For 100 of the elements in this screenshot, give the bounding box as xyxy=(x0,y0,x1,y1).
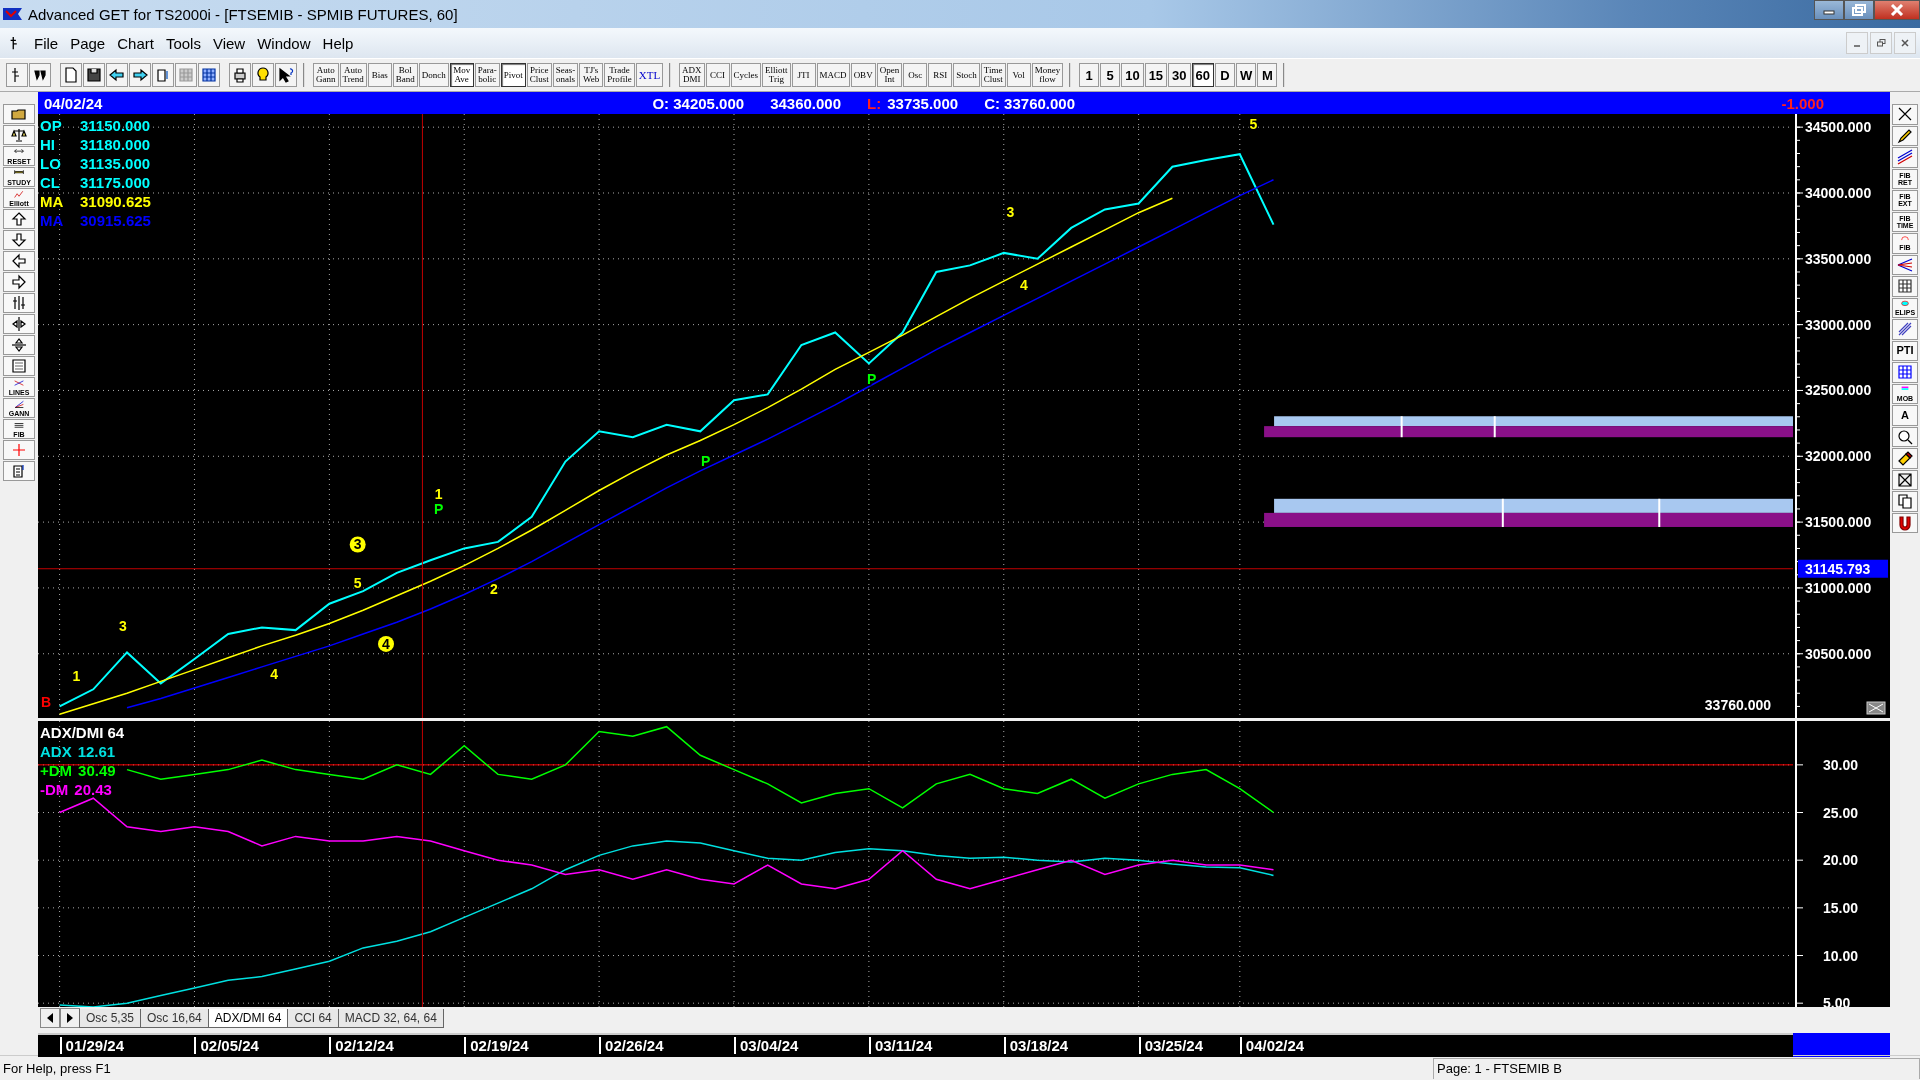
drawing-tool-button[interactable] xyxy=(3,209,35,229)
indicator-tab[interactable]: ADX/DMI 64 xyxy=(207,1008,289,1028)
menu-item[interactable]: Help xyxy=(318,34,362,52)
indicator-button[interactable]: Osc xyxy=(903,63,928,87)
indicator-button[interactable]: RSI xyxy=(928,63,953,87)
overlay-button[interactable]: Auto Gann xyxy=(313,63,339,87)
drawing-tool-button[interactable] xyxy=(3,356,35,376)
ref-line-label: 31145.793 xyxy=(1805,560,1871,577)
overlay-button[interactable]: Seas- onals xyxy=(552,63,579,87)
indicator-button[interactable]: MACD xyxy=(816,63,850,87)
menu-item[interactable]: File xyxy=(30,34,67,52)
status-panel: Page: 1 - FTSEMIB B xyxy=(1433,1057,1920,1079)
indicator-button[interactable]: Elliott Trig xyxy=(762,63,791,87)
tool-button[interactable]: A xyxy=(1892,405,1918,426)
tool-button[interactable]: PTI xyxy=(1892,340,1918,361)
tool-button[interactable] xyxy=(1892,104,1918,125)
chart-settings-icon[interactable] xyxy=(1866,701,1886,715)
quote-label: L: xyxy=(867,94,882,112)
indicator-button[interactable]: ADX DMI xyxy=(679,63,705,87)
drawing-tool-button[interactable] xyxy=(3,125,35,145)
tool-button[interactable] xyxy=(1892,276,1918,297)
overlay-button[interactable]: Price Clust xyxy=(526,63,552,87)
tool-button[interactable] xyxy=(1892,254,1918,275)
overlay-button[interactable]: Auto Trend xyxy=(339,63,367,87)
indicator-button[interactable]: Stoch xyxy=(953,63,980,87)
toolbar-button[interactable] xyxy=(129,63,151,87)
split-icon xyxy=(11,295,27,311)
toolbar-button[interactable] xyxy=(152,63,174,87)
toolbar-button[interactable] xyxy=(229,63,251,87)
indicator-tab[interactable]: Osc 5,35 xyxy=(79,1008,142,1028)
toolbar-button[interactable] xyxy=(198,63,220,87)
interval-button[interactable]: 15 xyxy=(1144,63,1168,87)
indicator-tab[interactable]: MACD 32, 64, 64 xyxy=(337,1008,444,1028)
overlay-button[interactable]: Mov Ave xyxy=(449,63,474,87)
restore-icon xyxy=(1852,4,1866,16)
drawing-tool-button[interactable] xyxy=(3,314,35,334)
tool-button[interactable] xyxy=(1892,362,1918,383)
overlay-button[interactable]: Trade Profile xyxy=(604,63,635,87)
toolbar-button[interactable] xyxy=(60,63,82,87)
overlay-button[interactable]: Para- bolic xyxy=(474,63,500,87)
menu-item[interactable]: Tools xyxy=(161,34,209,52)
toolbar-button[interactable] xyxy=(106,63,128,87)
indicator-button[interactable]: Cycles xyxy=(730,63,762,87)
drawing-tool-button[interactable] xyxy=(3,251,35,271)
indicator-button[interactable]: Time Clust xyxy=(980,63,1006,87)
drawing-tool-button[interactable] xyxy=(3,272,35,292)
interval-button[interactable]: M xyxy=(1257,63,1278,87)
parallel-lines-icon xyxy=(1897,149,1913,166)
indicator-button[interactable]: Vol xyxy=(1006,63,1031,87)
indicator-tab[interactable]: CCI 64 xyxy=(287,1008,339,1028)
scroll-right-button[interactable] xyxy=(60,1008,80,1028)
tool-button[interactable] xyxy=(1892,426,1918,447)
menu-item[interactable]: Page xyxy=(66,34,114,52)
overlay-button[interactable]: Donch xyxy=(418,63,449,87)
interval-button[interactable]: 5 xyxy=(1100,63,1121,87)
interval-button[interactable]: 1 xyxy=(1079,63,1100,87)
menu-item[interactable]: Window xyxy=(253,34,319,52)
maximize-button[interactable] xyxy=(1844,0,1874,20)
drawing-tool-button[interactable] xyxy=(3,104,35,124)
overlay-button[interactable]: Bias xyxy=(367,63,392,87)
indicator-button[interactable]: OBV xyxy=(850,63,876,87)
toolbar-button[interactable] xyxy=(29,63,51,87)
toolbar-button[interactable] xyxy=(252,63,274,87)
interval-button[interactable]: 30 xyxy=(1168,63,1191,87)
tool-button[interactable] xyxy=(1892,147,1918,168)
restore-button[interactable] xyxy=(1870,32,1892,54)
indicator-tab[interactable]: Osc 16,64 xyxy=(140,1008,209,1028)
grid-icon xyxy=(178,67,194,83)
tool-button[interactable] xyxy=(1892,319,1918,340)
tool-button[interactable] xyxy=(1892,448,1918,469)
indicator-button[interactable]: JTI xyxy=(791,63,816,87)
close-button[interactable] xyxy=(1874,0,1920,20)
tool-button[interactable] xyxy=(1892,512,1918,533)
minimize-button[interactable] xyxy=(1814,0,1844,20)
drawing-tool-button[interactable] xyxy=(3,230,35,250)
menu-item[interactable]: View xyxy=(208,34,254,52)
interval-button[interactable]: 60 xyxy=(1191,63,1215,87)
overlay-button[interactable]: TJ's Web xyxy=(579,63,604,87)
interval-button[interactable]: D xyxy=(1215,63,1236,87)
tool-button[interactable] xyxy=(1892,491,1918,512)
drawing-tool-button[interactable] xyxy=(3,335,35,355)
date-label: 02/26/24 xyxy=(599,1037,664,1054)
toolbar-button[interactable] xyxy=(275,63,297,87)
drawing-tool-button[interactable] xyxy=(3,461,35,481)
indicator-button[interactable]: Money flow xyxy=(1031,63,1064,87)
interval-button[interactable]: W xyxy=(1236,63,1257,87)
axis-label: 30.00 xyxy=(1823,756,1859,773)
grid-icon xyxy=(1897,278,1913,295)
tool-button[interactable] xyxy=(1892,469,1918,490)
interval-button[interactable]: 10 xyxy=(1121,63,1144,87)
overlay-button[interactable]: Pivot xyxy=(500,63,526,87)
toolbar-button[interactable] xyxy=(83,63,105,87)
wave-label: P xyxy=(701,452,711,469)
menu-item[interactable]: Chart xyxy=(113,34,162,52)
overlay-button[interactable]: Bol Band xyxy=(392,63,418,87)
scroll-left-button[interactable] xyxy=(40,1008,60,1028)
indicator-button[interactable]: Open Int xyxy=(876,63,903,87)
tool-button[interactable] xyxy=(1892,125,1918,146)
indicator-button[interactable]: CCI xyxy=(705,63,730,87)
overlay-button[interactable]: XTL xyxy=(635,63,664,87)
